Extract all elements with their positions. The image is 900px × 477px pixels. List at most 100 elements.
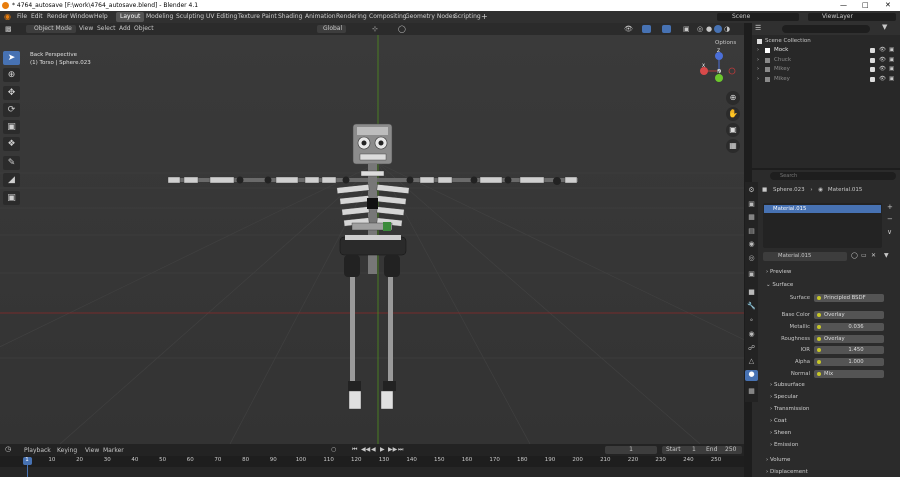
tab-layout[interactable]: Layout — [116, 12, 145, 22]
prev-keyframe-icon[interactable]: ◀◀ — [361, 446, 370, 453]
view-layer-tab-icon[interactable]: ▤ — [745, 227, 758, 238]
camera-icon[interactable]: ▣ — [726, 123, 740, 137]
subsection-header[interactable]: › Subsurface — [770, 382, 805, 388]
subsection-header[interactable]: › Displacement — [766, 469, 808, 475]
world-tab-icon[interactable]: ◎ — [745, 254, 758, 265]
zoom-icon[interactable]: ⊕ — [726, 91, 740, 105]
exclude-checkbox[interactable] — [870, 57, 875, 63]
exclude-checkbox[interactable] — [870, 67, 875, 72]
filter-icon[interactable]: ▼ — [882, 23, 887, 31]
menu-render[interactable]: Render — [47, 11, 68, 23]
shading-wireframe-icon[interactable]: ◎ — [697, 23, 703, 35]
output-tab-icon[interactable]: ▦ — [745, 213, 758, 224]
render-camera-icon[interactable]: ▣ — [889, 75, 894, 84]
annotate-icon[interactable]: ✎ — [3, 156, 20, 170]
overlay-toggle-icon[interactable] — [662, 25, 671, 33]
xray-icon[interactable]: ▣ — [683, 23, 690, 35]
scene-tab-icon[interactable]: ◉ — [745, 240, 758, 251]
subsection-header[interactable]: › Specular — [770, 394, 798, 400]
timeline-menu-view[interactable]: View — [85, 447, 99, 454]
subsection-header[interactable]: › Volume — [766, 457, 790, 463]
render-camera-icon[interactable]: ▣ — [889, 46, 894, 55]
expand-icon[interactable]: › — [757, 75, 759, 84]
visibility-eye-icon[interactable]: 👁 — [879, 75, 886, 84]
node-link-icon[interactable]: ▼ — [884, 252, 889, 259]
transform-icon[interactable]: ❖ — [3, 137, 20, 151]
maximize-icon[interactable]: □ — [862, 0, 869, 11]
proportional-edit-icon[interactable]: ◯ — [398, 23, 406, 35]
physics-tab-icon[interactable]: ◉ — [745, 330, 758, 341]
snap-icon[interactable]: ⊹ — [372, 23, 378, 35]
outliner-editor-icon[interactable]: ☰ — [755, 24, 761, 32]
options-dropdown[interactable]: Options — [715, 37, 736, 49]
timeline-menu-keying[interactable]: Keying — [57, 447, 77, 454]
timeline-menu-marker[interactable]: Marker — [103, 447, 124, 454]
gizmo-y-label[interactable]: Y — [717, 71, 720, 76]
add-slot-icon[interactable]: + — [887, 203, 893, 211]
menu-file[interactable]: File — [17, 11, 27, 23]
data-tab-icon[interactable]: △ — [745, 357, 758, 368]
jump-end-icon[interactable]: ⏭ — [398, 446, 403, 454]
frame-range-fields[interactable]: Start 1 End 250 — [662, 446, 742, 454]
view-layer-selector[interactable]: ViewLayer — [808, 13, 896, 21]
menu-add[interactable]: Add — [119, 23, 131, 35]
expand-icon[interactable]: › — [757, 65, 759, 74]
field-value[interactable]: 0.036 — [814, 323, 884, 331]
scene-selector[interactable]: Scene — [717, 13, 799, 21]
cursor-icon[interactable]: ⊕ — [3, 68, 20, 82]
timeline-menu-playback[interactable]: Playback — [24, 447, 51, 454]
menu-help[interactable]: Help — [94, 11, 108, 23]
next-keyframe-icon[interactable]: ▶▶ — [388, 446, 397, 453]
duplicate-material-icon[interactable]: ▭ — [861, 252, 867, 259]
menu-edit[interactable]: Edit — [31, 11, 43, 23]
move-icon[interactable]: ✥ — [3, 86, 20, 100]
properties-search-input[interactable]: Search — [770, 172, 896, 180]
field-value[interactable]: Mix — [814, 370, 884, 378]
tool-tab-icon[interactable]: ⚙ — [745, 186, 758, 197]
close-icon[interactable]: ✕ — [885, 0, 891, 11]
field-value[interactable]: 1.450 — [814, 346, 884, 354]
field-value[interactable]: 1.000 — [814, 358, 884, 366]
render-camera-icon[interactable]: ▣ — [889, 56, 894, 65]
3d-viewport[interactable]: Back Perspective (1) Torso | Sphere.023 … — [0, 23, 744, 444]
object-mode-dropdown[interactable]: Object Mode — [26, 25, 76, 33]
menu-view[interactable]: View — [79, 23, 93, 35]
subsection-header[interactable]: › Sheen — [770, 430, 791, 436]
visibility-eye-icon[interactable]: 👁 — [879, 65, 886, 74]
pan-hand-icon[interactable]: ✋ — [726, 107, 740, 121]
constraints-tab-icon[interactable]: ☍ — [745, 344, 758, 355]
visibility-eye-icon[interactable]: 👁 — [879, 46, 886, 55]
timeline-area[interactable] — [0, 467, 744, 477]
visibility-icon[interactable]: 👁 — [624, 23, 633, 35]
render-tab-icon[interactable]: ▣ — [745, 200, 758, 211]
gizmo-x-label[interactable]: X — [702, 64, 705, 69]
object-tab-icon[interactable]: ■ — [745, 288, 758, 299]
expand-icon[interactable]: › — [757, 46, 759, 55]
outliner-row[interactable]: › Mikey 👁 ▣ — [752, 75, 900, 84]
particles-tab-icon[interactable]: ∘ — [745, 316, 758, 327]
gizmo-toggle-icon[interactable] — [642, 25, 651, 33]
material-slot-list[interactable]: Material.015 — [763, 203, 882, 248]
modifier-tab-icon[interactable]: 🔧 — [745, 302, 758, 313]
gizmo-z-label[interactable]: Z — [717, 49, 720, 54]
exclude-checkbox[interactable] — [870, 48, 875, 53]
menu-object[interactable]: Object — [134, 23, 154, 35]
subsection-header[interactable]: › Transmission — [770, 406, 809, 412]
outliner-row[interactable]: › Mikey 👁 ▣ — [752, 65, 900, 74]
unlink-material-icon[interactable]: ✕ — [871, 252, 876, 259]
fake-user-icon[interactable]: ◯ — [851, 252, 858, 259]
material-tab-icon[interactable]: ● — [745, 370, 758, 381]
field-value[interactable]: Overlay — [814, 335, 884, 343]
jump-start-icon[interactable]: ⏮ — [352, 446, 357, 454]
orientation-dropdown[interactable]: Global — [317, 25, 347, 33]
remove-slot-icon[interactable]: − — [887, 215, 893, 223]
shading-solid-icon[interactable]: ● — [706, 23, 712, 35]
measure-icon[interactable]: ◢ — [3, 173, 20, 187]
menu-select[interactable]: Select — [97, 23, 116, 35]
surface-section-header[interactable]: ⌄ Surface — [766, 282, 793, 288]
subsection-header[interactable]: › Emission — [770, 442, 798, 448]
blender-menu-icon[interactable]: ◉ — [4, 11, 11, 23]
play-icon[interactable]: ▶ — [380, 446, 385, 453]
shading-rendered-icon[interactable]: ◑ — [724, 23, 730, 35]
shading-material-icon[interactable] — [714, 25, 722, 33]
